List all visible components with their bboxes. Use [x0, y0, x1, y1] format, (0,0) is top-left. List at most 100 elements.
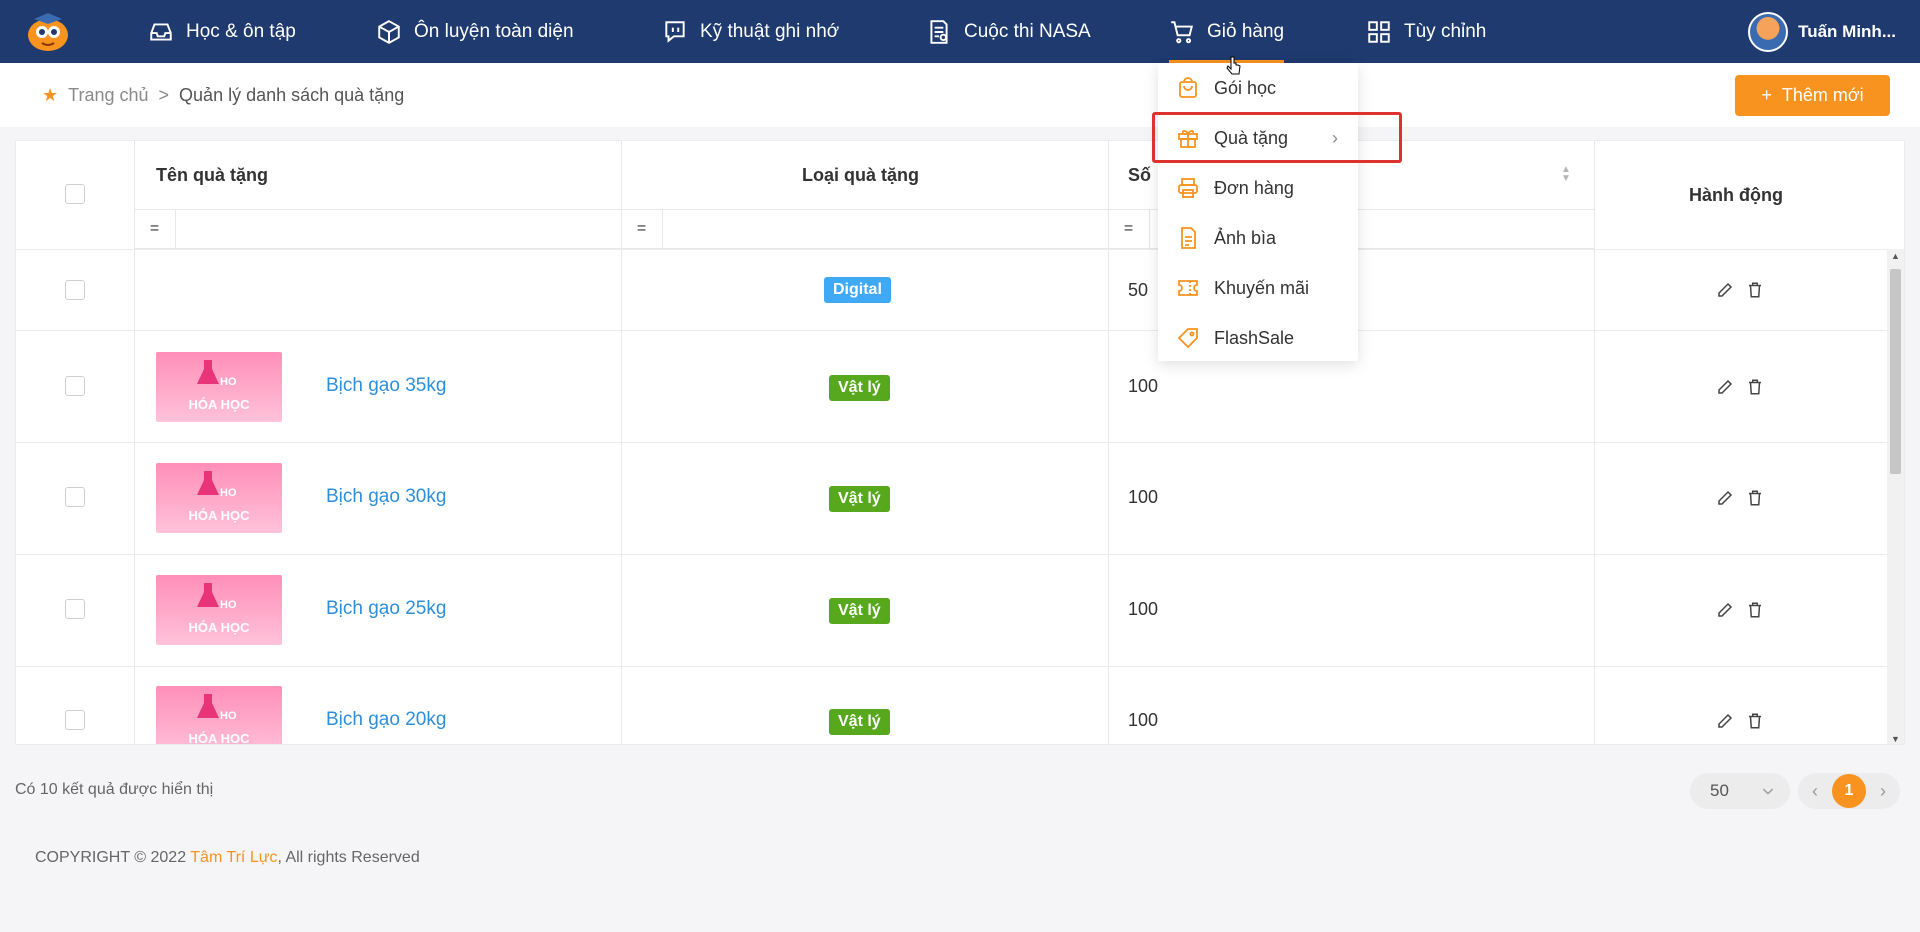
page-number-current[interactable]: 1	[1832, 774, 1866, 808]
gift-quantity: 100	[1128, 599, 1159, 619]
row-checkbox[interactable]	[65, 376, 85, 396]
user-menu[interactable]: Tuấn Minh...	[1748, 0, 1896, 63]
copyright-brand[interactable]: Tâm Trí Lực	[190, 849, 277, 866]
filter-operator[interactable]: =	[134, 210, 176, 248]
row-actions	[1716, 601, 1764, 619]
edit-icon[interactable]	[1716, 489, 1734, 507]
select-all-checkbox[interactable]	[65, 184, 85, 204]
menu-item-khuyen-mai[interactable]: Khuyến mãi	[1158, 263, 1358, 313]
row-divider	[16, 330, 1889, 331]
filter-operator[interactable]: =	[1108, 210, 1150, 248]
add-new-button[interactable]: + Thêm mới	[1735, 75, 1890, 116]
row-checkbox[interactable]	[65, 280, 85, 300]
edit-icon[interactable]	[1716, 281, 1734, 299]
menu-item-label: FlashSale	[1214, 327, 1295, 348]
nav-item-ky-thuat-ghi-nho[interactable]: Kỹ thuật ghi nhớ	[662, 0, 839, 63]
row-actions	[1716, 281, 1764, 299]
cart-icon	[1171, 20, 1193, 43]
nav-item-cuoc-thi-nasa[interactable]: Cuộc thi NASA	[926, 0, 1091, 63]
gift-image-label: HÓA HỌC	[188, 731, 250, 745]
logo-icon[interactable]	[24, 11, 72, 53]
gift-name-link[interactable]: Bịch gạo 30kg	[326, 486, 446, 508]
chat-icon	[665, 20, 685, 43]
breadcrumb: ★ Trang chủ > Quản lý danh sách quà tặng	[42, 85, 404, 106]
pagination: 50 ‹ 1 ›	[1690, 773, 1900, 809]
nav-item-label: Học & ôn tập	[186, 20, 296, 42]
menu-item-label: Ảnh bìa	[1214, 227, 1277, 248]
table-scrollbar[interactable]: ▲ ▼	[1887, 249, 1904, 744]
delete-icon[interactable]	[1746, 601, 1764, 619]
document-icon	[930, 19, 948, 44]
nav-item-on-luyen[interactable]: Ôn luyện toàn diện	[376, 0, 574, 63]
delete-icon[interactable]	[1746, 489, 1764, 507]
menu-item-label: Khuyến mãi	[1214, 277, 1310, 298]
cube-icon	[378, 19, 400, 44]
filter-gift-name-input[interactable]	[177, 210, 617, 248]
page-size-select[interactable]: 50	[1690, 773, 1790, 809]
file-icon	[1181, 227, 1196, 249]
breadcrumb-home[interactable]: Trang chủ	[68, 85, 148, 106]
gift-image-label: HÓA HỌC	[188, 620, 250, 635]
gift-quantity: 100	[1128, 376, 1159, 396]
row-divider	[16, 442, 1889, 443]
prev-page-icon[interactable]: ‹	[1812, 781, 1818, 802]
filter-gift-type: =	[621, 209, 1108, 249]
flask-icon	[197, 583, 219, 607]
gift-name-link[interactable]: Bịch gạo 25kg	[326, 598, 446, 620]
top-navbar: Học & ôn tập Ôn luyện toàn diện Kỹ thuật…	[0, 0, 1920, 63]
nav-item-label: Cuộc thi NASA	[964, 20, 1091, 42]
header-actions: Hành động	[1689, 185, 1783, 205]
gift-image: HO HÓA HỌC	[156, 463, 282, 533]
nav-item-label: Ôn luyện toàn diện	[414, 20, 574, 42]
nav-item-label: Giỏ hàng	[1207, 20, 1285, 42]
plus-icon: +	[1761, 85, 1772, 105]
gift-image: HO HÓA HỌC	[156, 352, 282, 422]
menu-item-goi-hoc[interactable]: Gói học	[1158, 63, 1358, 113]
copyright-suffix: , All rights Reserved	[277, 849, 420, 866]
cart-dropdown-menu: Gói học Quà tặng › Đơn hàng Ảnh bìa Khuy…	[1158, 63, 1358, 361]
menu-item-don-hang[interactable]: Đơn hàng	[1158, 163, 1358, 213]
edit-icon[interactable]	[1716, 712, 1734, 730]
page-nav: ‹ 1 ›	[1798, 773, 1900, 809]
scroll-down-icon[interactable]: ▼	[1891, 734, 1900, 744]
header-quantity[interactable]: Số	[1128, 165, 1151, 186]
filter-operator[interactable]: =	[621, 210, 663, 248]
nav-item-gio-hang[interactable]: Giỏ hàng	[1169, 0, 1285, 63]
menu-item-anh-bia[interactable]: Ảnh bìa	[1158, 213, 1358, 263]
bag-icon	[1179, 77, 1197, 98]
menu-item-flashsale[interactable]: FlashSale	[1158, 313, 1358, 363]
nav-item-hoc-on-tap[interactable]: Học & ôn tập	[148, 0, 296, 63]
user-name: Tuấn Minh...	[1798, 21, 1896, 41]
scroll-up-icon[interactable]: ▲	[1891, 251, 1900, 261]
gift-name-link[interactable]: Bịch gạo 35kg	[326, 375, 446, 397]
delete-icon[interactable]	[1746, 712, 1764, 730]
gift-quantity: 50	[1128, 280, 1149, 300]
edit-icon[interactable]	[1716, 601, 1734, 619]
edit-icon[interactable]	[1716, 378, 1734, 396]
breadcrumb-separator: >	[158, 85, 170, 105]
inbox-icon	[150, 22, 172, 41]
gift-image-label: HÓA HỌC	[188, 508, 250, 523]
filter-gift-type-input[interactable]	[664, 210, 1104, 248]
sort-icon[interactable]: ▲ ▼	[1561, 165, 1571, 184]
printer-icon	[1178, 178, 1198, 198]
delete-icon[interactable]	[1746, 281, 1764, 299]
row-actions	[1716, 712, 1764, 730]
next-page-icon[interactable]: ›	[1880, 781, 1886, 802]
highlight-annotation	[1152, 112, 1402, 163]
gift-table: Tên quà tặng Loại quà tặng Số ▲ ▼ Hành độ…	[15, 140, 1905, 745]
breadcrumb-bar: ★ Trang chủ > Quản lý danh sách quà tặng…	[0, 63, 1920, 127]
nav-item-tuy-chinh[interactable]: Tùy chỉnh	[1366, 0, 1486, 63]
delete-icon[interactable]	[1746, 378, 1764, 396]
row-checkbox[interactable]	[65, 710, 85, 730]
row-actions	[1716, 378, 1764, 396]
row-checkbox[interactable]	[65, 599, 85, 619]
header-gift-type[interactable]: Loại quà tặng	[802, 165, 919, 186]
row-checkbox[interactable]	[65, 487, 85, 507]
header-gift-name[interactable]: Tên quà tặng	[156, 165, 268, 186]
ticket-icon	[1178, 280, 1198, 296]
row-actions	[1716, 489, 1764, 507]
scrollbar-thumb[interactable]	[1890, 269, 1901, 474]
tag-icon	[1177, 328, 1198, 349]
gift-name-link[interactable]: Bịch gạo 20kg	[326, 709, 446, 731]
